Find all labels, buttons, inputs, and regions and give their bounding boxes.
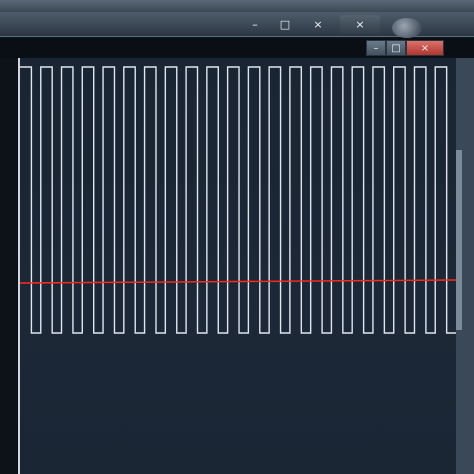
screen: – □ × × – □ × [0,0,474,474]
cursor-line[interactable] [19,279,457,284]
waveform-trace [20,66,456,334]
square-wave-path [20,66,456,334]
waveform-svg [19,66,457,334]
